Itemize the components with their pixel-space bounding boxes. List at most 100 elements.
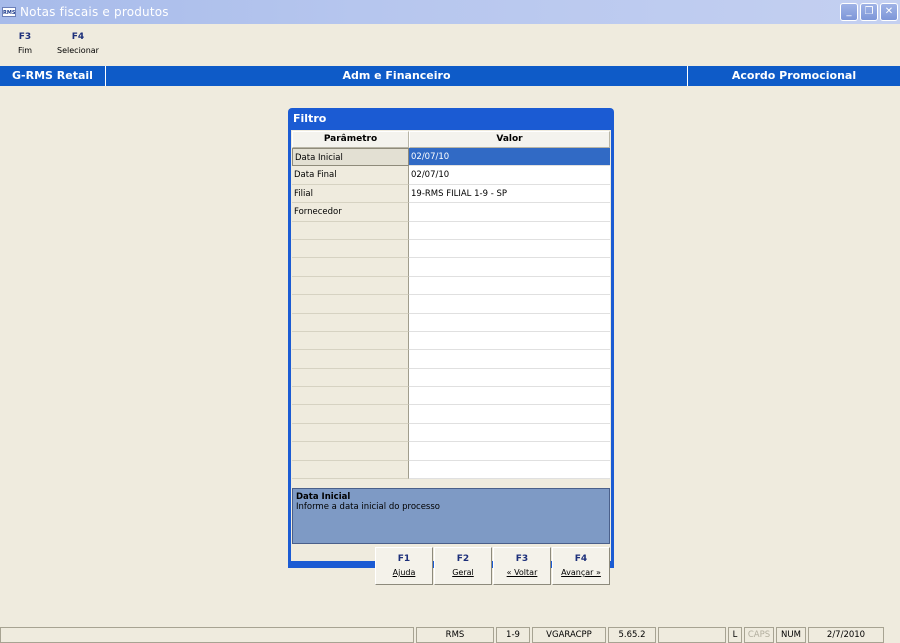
avancar-button[interactable]: F4 Avançar » (552, 547, 610, 585)
table-row[interactable]: Data Final 02/07/10 (292, 166, 610, 185)
button-label: Geral (452, 568, 474, 577)
param-cell (292, 258, 409, 277)
value-cell (409, 258, 610, 277)
status-num: NUM (776, 627, 806, 643)
status-user: VGARACPP (532, 627, 606, 643)
status-system: RMS (416, 627, 494, 643)
tool-label: Selecionar (57, 46, 99, 55)
value-cell (409, 295, 610, 314)
param-cell (292, 295, 409, 314)
param-cell (292, 460, 409, 480)
value-cell (409, 221, 610, 240)
param-cell (292, 239, 409, 259)
window-controls: _ ❐ ✕ (840, 3, 898, 21)
empty-row (292, 368, 610, 388)
module-header: G-RMS Retail Adm e Financeiro Acordo Pro… (0, 66, 900, 86)
table-row[interactable]: Data Inicial 02/07/10 (292, 148, 610, 167)
geral-button[interactable]: F2 Geral (434, 547, 492, 585)
empty-row (292, 295, 610, 314)
button-key: F2 (456, 554, 470, 564)
filter-actions: F1 Ajuda F2 Geral F3 « Voltar F4 Avançar… (375, 547, 610, 585)
filter-panel-body: Parâmetro Valor Data Inicial 02/07/10 Da… (291, 130, 611, 585)
value-cell[interactable]: 02/07/10 (409, 166, 610, 185)
empty-row (292, 221, 610, 240)
status-l: L (728, 627, 742, 643)
param-cell (292, 405, 409, 424)
description-title: Data Inicial (296, 492, 351, 502)
param-cell (292, 368, 409, 388)
description-text: Informe a data inicial do processo (296, 502, 440, 512)
parameter-description: Data Inicial Informe a data inicial do p… (292, 488, 610, 544)
value-cell (409, 405, 610, 424)
tool-key: F3 (18, 32, 32, 42)
header-function: Acordo Promocional (731, 69, 857, 82)
column-header-valor[interactable]: Valor (409, 131, 610, 148)
minimize-button[interactable]: _ (840, 3, 858, 21)
empty-row (292, 276, 610, 296)
header-module: Adm e Financeiro (106, 66, 688, 86)
empty-row (292, 313, 610, 332)
toolbar-fim-button[interactable]: F3 Fim (0, 28, 50, 62)
column-header-parametro[interactable]: Parâmetro (292, 131, 409, 148)
param-cell: Filial (292, 184, 409, 204)
value-cell[interactable]: 02/07/10 (409, 148, 610, 167)
status-date: 2/7/2010 (808, 627, 884, 643)
value-cell (409, 239, 610, 259)
restore-button[interactable]: ❐ (860, 3, 878, 21)
empty-row (292, 239, 610, 259)
param-cell: Fornecedor (292, 203, 409, 222)
param-cell (292, 331, 409, 351)
table-row[interactable]: Filial 19-RMS FILIAL 1-9 - SP (292, 184, 610, 204)
param-cell (292, 423, 409, 443)
ajuda-button[interactable]: F1 Ajuda (375, 547, 433, 585)
param-cell (292, 276, 409, 296)
empty-row (292, 387, 610, 406)
app-logo: RMS (2, 7, 16, 17)
parameter-grid: Parâmetro Valor Data Inicial 02/07/10 Da… (292, 131, 610, 480)
button-label: Avançar » (561, 568, 601, 577)
toolbar-selecionar-button[interactable]: F4 Selecionar (50, 28, 106, 62)
filter-panel-title: Filtro (293, 112, 327, 125)
tool-key: F4 (71, 32, 85, 42)
tool-label: Fim (17, 46, 33, 55)
button-key: F3 (515, 554, 529, 564)
empty-row (292, 331, 610, 351)
table-row[interactable]: Fornecedor (292, 203, 610, 222)
value-cell[interactable] (409, 203, 610, 222)
close-button[interactable]: ✕ (880, 3, 898, 21)
voltar-button[interactable]: F3 « Voltar (493, 547, 551, 585)
value-cell (409, 442, 610, 461)
toolbar: F3 Fim F4 Selecionar (0, 28, 106, 62)
value-cell (409, 423, 610, 443)
value-cell (409, 460, 610, 480)
window-title-bar[interactable]: RMS Notas fiscais e produtos _ ❐ ✕ (0, 0, 900, 24)
button-key: F1 (397, 554, 411, 564)
empty-row (292, 460, 610, 480)
window-title: Notas fiscais e produtos (20, 5, 169, 19)
value-cell[interactable]: 19-RMS FILIAL 1-9 - SP (409, 184, 610, 204)
status-version: 5.65.2 (608, 627, 656, 643)
status-empty (658, 627, 726, 643)
empty-row (292, 423, 610, 443)
status-branch: 1-9 (496, 627, 530, 643)
button-key: F4 (574, 554, 588, 564)
filter-panel: Filtro Parâmetro Valor Data Inicial 02/0… (288, 108, 614, 585)
value-cell (409, 350, 610, 369)
empty-row (292, 405, 610, 424)
param-cell (292, 387, 409, 406)
button-label: Ajuda (392, 568, 416, 577)
value-cell (409, 368, 610, 388)
param-cell: Data Inicial (292, 148, 409, 167)
empty-row (292, 258, 610, 277)
empty-row (292, 350, 610, 369)
param-cell (292, 313, 409, 332)
value-cell (409, 313, 610, 332)
value-cell (409, 276, 610, 296)
button-label: « Voltar (506, 568, 538, 577)
param-cell (292, 221, 409, 240)
param-cell (292, 350, 409, 369)
empty-row (292, 442, 610, 461)
value-cell (409, 387, 610, 406)
value-cell (409, 331, 610, 351)
param-cell: Data Final (292, 166, 409, 185)
